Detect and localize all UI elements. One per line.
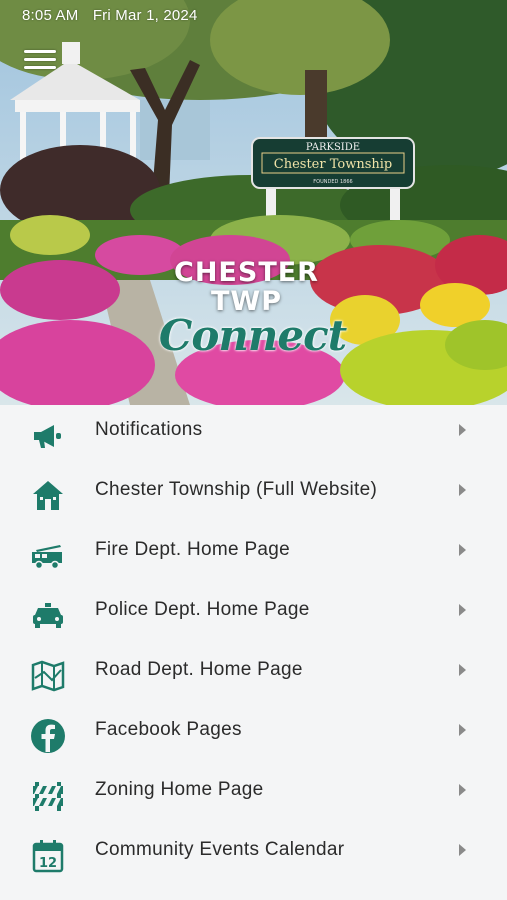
menu-item-label: Road Dept. Home Page bbox=[95, 659, 303, 680]
megaphone-icon bbox=[30, 418, 66, 454]
chevron-right-icon bbox=[459, 844, 466, 856]
menu-item-label: Zoning Home Page bbox=[95, 779, 264, 800]
facebook-icon bbox=[30, 718, 66, 754]
menu-item-community-events[interactable]: 12 Community Events Calendar bbox=[0, 825, 507, 885]
app-logo: CHESTER TWP Connect bbox=[0, 258, 507, 358]
status-time: 8:05 AM bbox=[22, 7, 79, 24]
barrier-icon bbox=[30, 778, 66, 814]
menu-item-facebook-pages[interactable]: Facebook Pages bbox=[0, 705, 507, 765]
calendar-icon: 12 bbox=[30, 838, 66, 874]
menu-item-chester-township-website[interactable]: Chester Township (Full Website) bbox=[0, 465, 507, 525]
logo-line-3: Connect bbox=[158, 311, 347, 360]
menu-item-label: Facebook Pages bbox=[95, 719, 242, 740]
fire-truck-icon bbox=[30, 538, 66, 574]
map-icon bbox=[30, 658, 66, 694]
chevron-right-icon bbox=[459, 784, 466, 796]
menu-item-label: Notifications bbox=[95, 419, 203, 440]
menu-item-fire-dept[interactable]: Fire Dept. Home Page bbox=[0, 525, 507, 585]
chevron-right-icon bbox=[459, 724, 466, 736]
chevron-right-icon bbox=[459, 544, 466, 556]
sign-top-text: PARKSIDE bbox=[306, 142, 360, 153]
header-banner: PARKSIDE Chester Township FOUNDED 1866 8… bbox=[0, 0, 507, 405]
chevron-right-icon bbox=[459, 604, 466, 616]
menu-item-label: Fire Dept. Home Page bbox=[95, 539, 291, 560]
menu-list: Notifications Chester Township (Full Web… bbox=[0, 405, 507, 885]
chevron-right-icon bbox=[459, 664, 466, 676]
sign-main-text: Chester Township bbox=[274, 157, 392, 172]
chevron-right-icon bbox=[459, 424, 466, 436]
hamburger-menu-icon[interactable] bbox=[24, 50, 56, 74]
status-date: Fri Mar 1, 2024 bbox=[92, 7, 198, 24]
police-car-icon bbox=[30, 598, 66, 634]
house-icon bbox=[30, 478, 66, 514]
menu-item-police-dept[interactable]: Police Dept. Home Page bbox=[0, 585, 507, 645]
menu-item-road-dept[interactable]: Road Dept. Home Page bbox=[0, 645, 507, 705]
menu-item-label: Chester Township (Full Website) bbox=[95, 479, 378, 500]
menu-item-label: Police Dept. Home Page bbox=[95, 599, 310, 620]
menu-item-zoning[interactable]: Zoning Home Page bbox=[0, 765, 507, 825]
menu-item-label: Community Events Calendar bbox=[95, 839, 345, 860]
status-bar: 8:05 AM Fri Mar 1, 2024 bbox=[22, 7, 208, 24]
logo-line-1: CHESTER bbox=[174, 257, 319, 288]
chevron-right-icon bbox=[459, 484, 466, 496]
sign-small-text: FOUNDED 1866 bbox=[313, 179, 352, 185]
menu-item-notifications[interactable]: Notifications bbox=[0, 405, 507, 465]
calendar-day-text: 12 bbox=[39, 856, 57, 871]
